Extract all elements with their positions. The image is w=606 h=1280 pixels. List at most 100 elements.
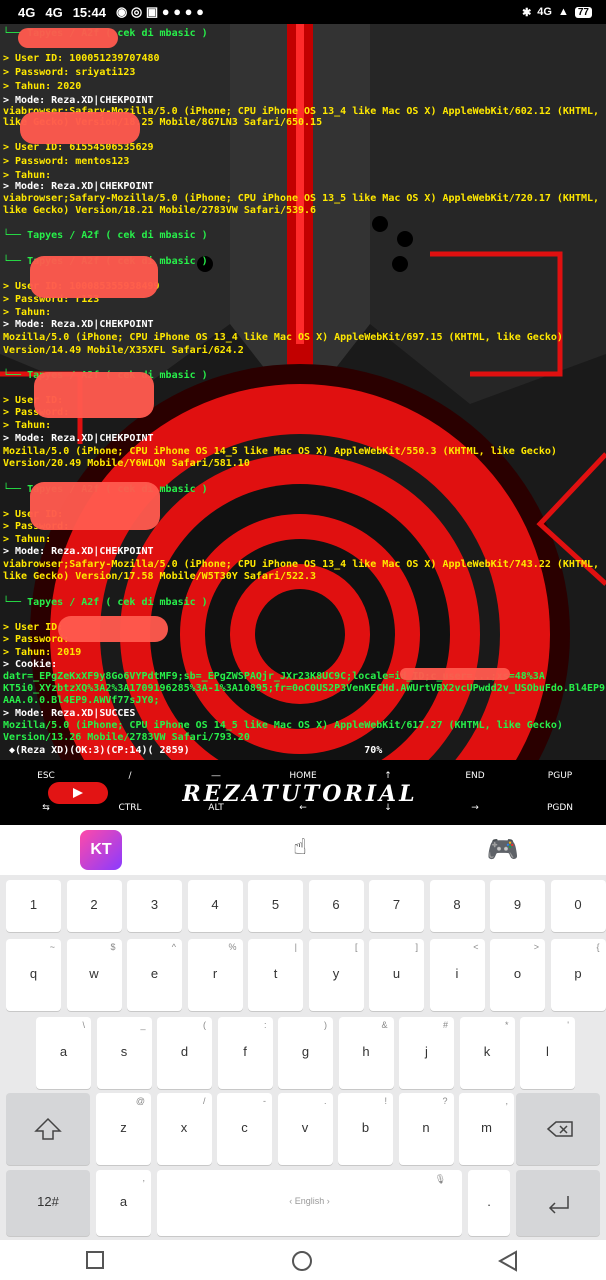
key-a[interactable]: a \ [36, 1017, 91, 1089]
key-sublabel: < [473, 942, 479, 952]
bluetooth-icon: ✱ [522, 6, 532, 19]
key-j[interactable]: j # [399, 1017, 454, 1089]
gamepad-icon[interactable]: 🎮 [482, 830, 524, 870]
key-6[interactable]: 6 [308, 880, 364, 932]
battery-icon: 77 [574, 6, 592, 18]
space-bar[interactable]: ‹ English › 🎙 [157, 1170, 462, 1236]
key-label: r [212, 966, 218, 981]
microphone-icon: 🎙 [434, 1174, 446, 1184]
recent-apps-button[interactable] [85, 1250, 105, 1270]
key-k[interactable]: k * [459, 1017, 515, 1089]
key-9[interactable]: 9 [490, 880, 545, 932]
extra-key-pgup[interactable]: PGUP [548, 771, 572, 781]
key-sublabel: ) [324, 1020, 327, 1030]
key-1[interactable]: 1 [6, 880, 61, 932]
key-sublabel: / [202, 1096, 206, 1106]
key-n[interactable]: n? [398, 1093, 454, 1165]
period-key[interactable]: . [468, 1170, 510, 1236]
key-g[interactable]: g) [278, 1017, 333, 1089]
key-sublabel: ~ [49, 942, 55, 952]
home-button[interactable] [291, 1250, 313, 1272]
keyboard-theme-icon[interactable]: KT [80, 830, 122, 870]
key-b[interactable]: b! [338, 1093, 393, 1165]
key-5[interactable]: 5 [248, 880, 303, 932]
wifi-icon: ▲ [557, 6, 569, 18]
extra-key-[interactable]: ⇆ [42, 803, 50, 813]
redaction-mark [20, 112, 140, 144]
key-7[interactable]: 7 [369, 880, 424, 932]
extra-key-esc[interactable]: ESC [37, 771, 55, 781]
shift-key[interactable] [6, 1093, 90, 1165]
extra-keys-row-2: ⇆ CTRL ALT ← ↓ → PGDN [0, 798, 606, 820]
key-sublabel: - [263, 1096, 266, 1106]
terminal-line: └── Tapyes / A2f ( cek di mbasic ) [3, 597, 208, 608]
key-m[interactable]: m, [459, 1093, 514, 1165]
key-3[interactable]: 3 [127, 880, 182, 932]
key-l[interactable]: l ' [520, 1017, 575, 1089]
terminal-line: AAA.0.0.Bl4EP9.AWVf77sJY0; [3, 695, 160, 706]
key-sublabel: { [596, 942, 600, 952]
terminal-line: > Tahun: [3, 420, 52, 431]
key-p[interactable]: p{ [550, 939, 606, 1011]
extra-key-alt[interactable]: ALT [208, 803, 223, 813]
key-label: c [241, 1120, 248, 1135]
terminal-line: > Tahun: [3, 534, 52, 545]
terminal-line: > Tahun: [3, 170, 52, 181]
extra-key-pgdn[interactable]: PGDN [547, 803, 573, 813]
key-h[interactable]: h & [338, 1017, 394, 1089]
key-o[interactable]: o > [490, 939, 545, 1011]
extra-key-home[interactable]: HOME [289, 771, 316, 781]
key-v[interactable]: v. [277, 1093, 333, 1165]
gesture-icon[interactable]: ☝ [285, 835, 315, 865]
extra-key-[interactable]: ↑ [384, 771, 392, 781]
key-q[interactable]: q ~ [6, 939, 61, 1011]
extra-key-[interactable]: / [128, 771, 131, 781]
key-w[interactable]: w $ [66, 939, 122, 1011]
key-label: z [120, 1120, 127, 1135]
extra-key-ctrl[interactable]: CTRL [118, 803, 141, 813]
clock: 15:44 [72, 4, 106, 20]
extra-key-[interactable]: → [471, 803, 479, 813]
back-button[interactable] [498, 1250, 518, 1272]
key-r[interactable]: r% [187, 939, 243, 1011]
key-c[interactable]: c- [217, 1093, 272, 1165]
terminal-line: viabrowser;Safary-Mozilla/5.0 (iPhone; C… [3, 193, 600, 204]
key-label: j [425, 1044, 428, 1059]
key-d[interactable]: d( [157, 1017, 212, 1089]
extra-key-end[interactable]: END [465, 771, 484, 781]
key-s[interactable]: s _ [96, 1017, 152, 1089]
extra-key-[interactable]: ↓ [384, 803, 392, 813]
key-label: 1 [29, 897, 38, 912]
key-label: 7 [392, 897, 401, 912]
terminal-line: > Tahun: [3, 307, 52, 318]
key-label: v [301, 1120, 309, 1135]
enter-key[interactable] [516, 1170, 600, 1236]
key-4[interactable]: 4 [187, 880, 243, 932]
key-e[interactable]: e ^ [127, 939, 182, 1011]
terminal-line: Mozilla/5.0 (iPhone; CPU iPhone OS 14_5 … [3, 720, 563, 731]
key-label: i [455, 966, 459, 981]
key-t[interactable]: t | [248, 939, 303, 1011]
backspace-key[interactable] [516, 1093, 600, 1165]
key-f[interactable]: f: [217, 1017, 273, 1089]
key-y[interactable]: y[ [308, 939, 364, 1011]
extra-key-[interactable]: ← [299, 803, 307, 813]
key-u[interactable]: u] [369, 939, 424, 1011]
key-8[interactable]: 8 [429, 880, 485, 932]
key-z[interactable]: z @ [96, 1093, 151, 1165]
key-x[interactable]: x / [156, 1093, 212, 1165]
comma-key[interactable]: a, [96, 1170, 151, 1236]
key-i[interactable]: i < [429, 939, 485, 1011]
terminal-line: > Password: sriyati123 [3, 67, 136, 78]
terminal-view[interactable]: └── Tapyes / A2f ( cek di mbasic ) > User… [0, 24, 606, 760]
extra-key-[interactable]: ― [212, 771, 221, 781]
key-label: g [301, 1044, 310, 1059]
key-label: 0 [574, 897, 582, 912]
key-label: m [481, 1120, 492, 1135]
symbols-key[interactable]: 12# [6, 1170, 90, 1236]
soft-keyboard: 1 2 3 4 5 6 7 8 9 0 q ~ w $ e ^ r% t | y[u] i < o > p{a \ s _ d(f: g)… [0, 875, 606, 1240]
key-0[interactable]: 0 [550, 880, 606, 932]
key-sublabel: , [505, 1096, 508, 1106]
key-2[interactable]: 2 [66, 880, 122, 932]
key-label: k [483, 1044, 491, 1059]
